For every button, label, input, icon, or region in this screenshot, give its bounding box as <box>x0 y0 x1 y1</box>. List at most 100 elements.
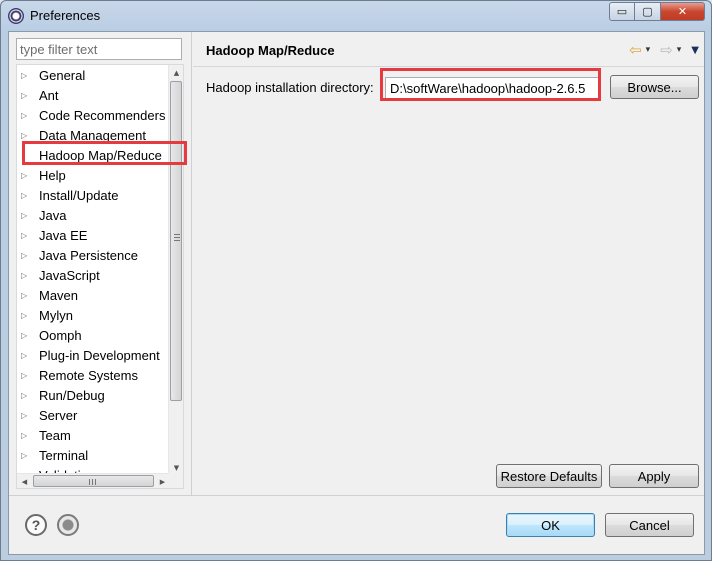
tree-item[interactable]: ▷ Mylyn <box>17 305 170 325</box>
maximize-button[interactable]: ▢ <box>635 2 661 21</box>
tree-item-label: Server <box>39 407 78 423</box>
window-title: Preferences <box>30 8 101 23</box>
back-dropdown-icon[interactable]: ▾ <box>646 45 651 55</box>
tree-item[interactable]: ▷ Maven <box>17 285 170 305</box>
tree-item[interactable]: ▷ Data Management <box>17 125 170 145</box>
expand-arrow-icon[interactable]: ▷ <box>21 191 29 200</box>
tree-item-label: Remote Systems <box>39 367 138 383</box>
tree-item[interactable]: ▷ Server <box>17 405 170 425</box>
expand-arrow-icon[interactable]: ▷ <box>21 251 29 260</box>
grip-icon <box>89 479 97 485</box>
tree-item-label: Ant <box>39 87 59 103</box>
tree-item-label: Plug-in Development <box>39 347 160 363</box>
close-button[interactable]: ✕ <box>661 2 705 21</box>
dialog-body: ▷ General ▷ Ant ▷ Code Recommenders ▷ Data Mana… <box>8 31 705 555</box>
expand-arrow-icon[interactable]: ▷ <box>21 71 29 80</box>
tree-item-label: General <box>39 67 86 83</box>
tree-item-label: Run/Debug <box>39 387 105 403</box>
title-separator <box>193 66 704 67</box>
tree-item[interactable]: ▷ Ant <box>17 85 170 105</box>
expand-arrow-icon[interactable]: ▷ <box>21 451 29 460</box>
tree-item[interactable]: ▷ General <box>17 65 170 85</box>
tree-item[interactable]: ▷ Java EE <box>17 225 170 245</box>
vertical-scroll-thumb[interactable] <box>170 81 182 401</box>
tree-item-label: Help <box>39 167 66 183</box>
tree-item-label: JavaScript <box>39 267 100 283</box>
footer-separator <box>9 495 704 496</box>
tree-item[interactable]: ▷ Oomph <box>17 325 170 345</box>
scroll-left-icon[interactable]: ◀ <box>17 474 32 488</box>
window-controls: ▭ ▢ ✕ <box>609 2 705 21</box>
tree-item-label: Hadoop Map/Reduce <box>39 147 162 163</box>
tree-list: ▷ General ▷ Ant ▷ Code Recommenders ▷ Data Mana… <box>17 65 170 476</box>
page-navigation: ⇦ ▾ ⇨ ▾ ▼ <box>629 41 699 59</box>
expand-arrow-icon[interactable]: ▷ <box>21 431 29 440</box>
page-title: Hadoop Map/Reduce <box>206 43 335 58</box>
tree-item[interactable]: ▷ Java Persistence <box>17 245 170 265</box>
grip-icon <box>174 234 180 242</box>
expand-arrow-icon[interactable]: ▷ <box>21 391 29 400</box>
import-export-icon[interactable] <box>57 514 79 536</box>
expand-arrow-icon[interactable]: ▷ <box>21 351 29 360</box>
eclipse-icon <box>8 8 24 24</box>
horizontal-scrollbar[interactable]: ◀ ▶ <box>17 473 170 488</box>
apply-button[interactable]: Apply <box>609 464 699 488</box>
preferences-window: Preferences ▭ ▢ ✕ ▷ General ▷ Ant ▷ Code Reco… <box>0 0 712 561</box>
title-bar[interactable]: Preferences ▭ ▢ ✕ <box>1 1 711 31</box>
tree-item[interactable]: ▷ JavaScript <box>17 265 170 285</box>
tree-item[interactable]: ▷ Remote Systems <box>17 365 170 385</box>
expand-arrow-icon[interactable]: ▷ <box>21 411 29 420</box>
tree-item[interactable]: Hadoop Map/Reduce <box>17 145 170 165</box>
hadoop-dir-label: Hadoop installation directory: <box>206 80 374 95</box>
tree-item-label: Terminal <box>39 447 89 463</box>
help-icon[interactable]: ? <box>25 514 47 536</box>
expand-arrow-icon[interactable]: ▷ <box>21 271 29 280</box>
tree-item-label: Team <box>39 427 71 443</box>
expand-arrow-icon[interactable]: ▷ <box>21 291 29 300</box>
forward-arrow-icon[interactable]: ⇨ <box>660 41 673 59</box>
tree-item[interactable]: ▷ Code Recommenders <box>17 105 170 125</box>
forward-dropdown-icon[interactable]: ▾ <box>677 45 682 55</box>
tree-item[interactable]: ▷ Team <box>17 425 170 445</box>
tree-item-label: Data Management <box>39 127 146 143</box>
tree-item[interactable]: ▷ Terminal <box>17 445 170 465</box>
tree-item[interactable]: ▷ Help <box>17 165 170 185</box>
tree-item-label: Oomph <box>39 327 82 343</box>
preference-page: Hadoop Map/Reduce ⇦ ▾ ⇨ ▾ ▼ Hadoop insta… <box>193 32 704 495</box>
tree-item-label: Install/Update <box>39 187 119 203</box>
expand-arrow-icon[interactable]: ▷ <box>21 231 29 240</box>
scroll-corner <box>168 473 183 488</box>
tree-item[interactable]: ▷ Install/Update <box>17 185 170 205</box>
expand-arrow-icon[interactable]: ▷ <box>21 171 29 180</box>
ok-button[interactable]: OK <box>506 513 595 537</box>
expand-arrow-icon[interactable]: ▷ <box>21 311 29 320</box>
restore-defaults-button[interactable]: Restore Defaults <box>496 464 602 488</box>
tree-item[interactable]: ▷ Run/Debug <box>17 385 170 405</box>
tree-item[interactable]: ▷ Plug-in Development <box>17 345 170 365</box>
cancel-button[interactable]: Cancel <box>605 513 694 537</box>
expand-arrow-icon[interactable]: ▷ <box>21 91 29 100</box>
tree-item-label: Mylyn <box>39 307 73 323</box>
expand-arrow-icon[interactable]: ▷ <box>21 331 29 340</box>
back-arrow-icon[interactable]: ⇦ <box>629 41 642 59</box>
horizontal-scroll-thumb[interactable] <box>33 475 154 487</box>
view-menu-icon[interactable]: ▼ <box>691 45 699 56</box>
expand-arrow-icon[interactable]: ▷ <box>21 211 29 220</box>
filter-input[interactable] <box>16 38 182 60</box>
tree-item-label: Code Recommenders <box>39 107 166 123</box>
browse-button[interactable]: Browse... <box>610 75 699 99</box>
preference-tree-pane: ▷ General ▷ Ant ▷ Code Recommenders ▷ Data Mana… <box>9 32 192 495</box>
expand-arrow-icon[interactable]: ▷ <box>21 131 29 140</box>
expand-arrow-icon[interactable]: ▷ <box>21 371 29 380</box>
tree-item-label: Java <box>39 207 67 223</box>
hadoop-dir-input[interactable] <box>385 77 599 99</box>
expand-arrow-icon[interactable]: ▷ <box>21 111 29 120</box>
preference-tree: ▷ General ▷ Ant ▷ Code Recommenders ▷ Data Mana… <box>16 64 184 489</box>
tree-item-label: Java EE <box>39 227 88 243</box>
minimize-button[interactable]: ▭ <box>609 2 635 21</box>
vertical-scrollbar[interactable]: ▲ ▼ <box>168 65 183 475</box>
tree-item-label: Java Persistence <box>39 247 138 263</box>
tree-item[interactable]: ▷ Java <box>17 205 170 225</box>
scroll-up-icon[interactable]: ▲ <box>169 65 183 80</box>
tree-item-label: Maven <box>39 287 79 303</box>
